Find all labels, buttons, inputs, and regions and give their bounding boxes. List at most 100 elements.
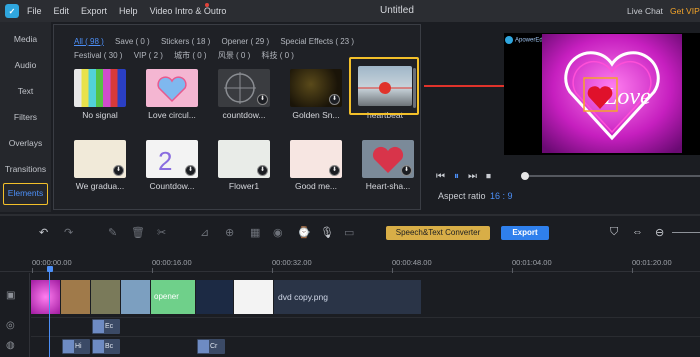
category-scenery[interactable]: 风景 ( 0 ) bbox=[218, 51, 250, 60]
download-icon[interactable]: ⬇ bbox=[401, 165, 412, 176]
clip-filename: dvd copy.png bbox=[278, 292, 328, 302]
ruler-tick-label: 00:01:04.00 bbox=[512, 258, 552, 267]
text-clip[interactable]: Ec bbox=[92, 319, 120, 334]
timeline-clip-opener[interactable]: opener bbox=[151, 280, 196, 314]
next-frame-icon[interactable]: ⏭ bbox=[468, 171, 477, 182]
download-icon[interactable]: ⬇ bbox=[329, 94, 340, 105]
sub-clip[interactable]: Hi bbox=[62, 339, 90, 354]
stop-icon[interactable]: ⏹ bbox=[486, 171, 491, 182]
preview-canvas: Love bbox=[542, 34, 682, 153]
timeline-ruler[interactable] bbox=[0, 256, 700, 272]
element-thumbnail[interactable]: ⬇ bbox=[74, 140, 126, 178]
timeline-clip[interactable] bbox=[196, 280, 234, 314]
ruler-tick-label: 00:00:16.00 bbox=[152, 258, 192, 267]
element-thumbnail[interactable]: ⬇ bbox=[290, 140, 342, 178]
marker-icon[interactable]: ⛉ bbox=[610, 226, 618, 239]
download-icon[interactable]: ⬇ bbox=[257, 94, 268, 105]
sidebar-item-media[interactable]: Media bbox=[0, 34, 51, 44]
freeze-frame-icon[interactable]: ◉ bbox=[273, 226, 283, 239]
sidebar-item-transitions[interactable]: Transitions bbox=[0, 164, 51, 174]
playhead-line[interactable] bbox=[49, 272, 50, 357]
undo-icon[interactable]: ↶ bbox=[39, 226, 48, 239]
category-stickers[interactable]: Stickers ( 18 ) bbox=[161, 37, 210, 46]
playhead-handle[interactable] bbox=[47, 266, 53, 272]
download-icon[interactable]: ⬇ bbox=[113, 165, 124, 176]
element-thumbnail[interactable]: 2 ⬇ bbox=[146, 140, 198, 178]
timeline-zoom-slider[interactable] bbox=[672, 232, 700, 233]
sub-clip-label: Bc bbox=[105, 343, 114, 350]
sidebar-item-audio[interactable]: Audio bbox=[0, 60, 51, 70]
timeline-clip[interactable] bbox=[234, 280, 274, 314]
menu-edit[interactable]: Edit bbox=[54, 6, 70, 16]
sub-clip[interactable]: Cr bbox=[197, 339, 225, 354]
zoom-out-icon[interactable]: ⊖ bbox=[655, 226, 664, 239]
get-vip-link[interactable]: Get VIP bbox=[670, 6, 700, 16]
download-icon[interactable]: ⬇ bbox=[185, 165, 196, 176]
redo-icon[interactable]: ↷ bbox=[64, 226, 73, 239]
category-festival[interactable]: Festival ( 30 ) bbox=[74, 51, 122, 60]
menu-video-intro-outro[interactable]: Video Intro & Outro bbox=[150, 6, 227, 16]
element-thumbnail[interactable] bbox=[146, 69, 198, 107]
ruler-tick-label: 00:00:32.00 bbox=[272, 258, 312, 267]
menu-export[interactable]: Export bbox=[81, 6, 107, 16]
export-button[interactable]: Export bbox=[501, 226, 549, 240]
sidebar-item-filters[interactable]: Filters bbox=[0, 112, 51, 122]
preview-watermark: ApowerEdit bbox=[505, 36, 546, 44]
element-thumbnail[interactable]: ⬇ bbox=[290, 69, 342, 107]
category-save[interactable]: Save ( 0 ) bbox=[115, 37, 150, 46]
element-thumbnail[interactable]: ⬇ bbox=[218, 140, 270, 178]
timeline-clip[interactable] bbox=[91, 280, 121, 314]
element-thumbnail[interactable]: ⬇ bbox=[362, 140, 414, 178]
element-thumbnail[interactable]: ⬇ bbox=[218, 69, 270, 107]
track-header bbox=[0, 273, 30, 357]
duration-icon[interactable]: ⌚ bbox=[297, 226, 311, 239]
element-label: Golden Sn... bbox=[292, 110, 340, 120]
element-label: Flower1 bbox=[228, 181, 260, 191]
menu-file[interactable]: File bbox=[27, 6, 42, 16]
element-thumbnail[interactable] bbox=[74, 69, 126, 107]
apoweredit-logo-icon bbox=[505, 36, 513, 44]
ruler-tick bbox=[272, 268, 273, 273]
ruler-tick bbox=[512, 268, 513, 273]
library-scrollbar[interactable] bbox=[413, 68, 416, 108]
edit-pen-icon[interactable]: ✎ bbox=[108, 226, 117, 239]
previous-frame-icon[interactable]: ⏮ bbox=[436, 171, 445, 182]
text-track-icon: ◍ bbox=[6, 340, 15, 351]
selection-highlight bbox=[349, 57, 419, 115]
delete-icon[interactable]: 🗑 bbox=[131, 226, 145, 239]
speech-text-converter-button[interactable]: Speech&Text Converter bbox=[386, 226, 490, 240]
category-all[interactable]: All ( 98 ) bbox=[74, 37, 104, 46]
cut-icon[interactable]: ✂ bbox=[157, 226, 166, 239]
download-icon[interactable]: ⬇ bbox=[329, 165, 340, 176]
element-label: Good me... bbox=[294, 181, 338, 191]
timeline-clip[interactable] bbox=[31, 280, 61, 314]
live-chat-link[interactable]: Live Chat bbox=[627, 6, 663, 16]
category-special-effects[interactable]: Special Effects ( 23 ) bbox=[280, 37, 354, 46]
element-label: Countdow... bbox=[149, 181, 195, 191]
sidebar-item-text[interactable]: Text bbox=[0, 86, 51, 96]
preview-progress-handle[interactable] bbox=[521, 172, 529, 180]
menu-help[interactable]: Help bbox=[119, 6, 138, 16]
aspect-ratio-value[interactable]: 16 : 9 bbox=[490, 191, 513, 201]
microphone-icon[interactable]: 🎙 bbox=[320, 226, 334, 239]
sidebar-item-elements[interactable]: Elements bbox=[3, 183, 48, 205]
category-tech[interactable]: 科技 ( 0 ) bbox=[262, 51, 294, 60]
crop-icon[interactable]: ⊿ bbox=[200, 226, 209, 239]
preview-progress-track[interactable] bbox=[524, 175, 700, 177]
pause-icon[interactable]: ⏸ bbox=[454, 171, 459, 182]
subtitle-icon[interactable]: ▭ bbox=[344, 226, 354, 239]
category-opener[interactable]: Opener ( 29 ) bbox=[222, 37, 270, 46]
category-city[interactable]: 城市 ( 0 ) bbox=[174, 51, 206, 60]
pip-track-icon: ◎ bbox=[6, 320, 15, 331]
timeline-clip[interactable] bbox=[61, 280, 91, 314]
fit-timeline-icon[interactable]: ⇔ bbox=[632, 226, 643, 238]
notification-dot bbox=[205, 3, 209, 7]
category-vip[interactable]: VIP ( 2 ) bbox=[134, 51, 163, 60]
sidebar-item-overlays[interactable]: Overlays bbox=[0, 138, 51, 148]
timeline-clip[interactable] bbox=[121, 280, 151, 314]
download-icon[interactable]: ⬇ bbox=[257, 165, 268, 176]
element-label: Love circul... bbox=[148, 110, 196, 120]
sub-clip[interactable]: Bc bbox=[92, 339, 120, 354]
zoom-icon[interactable]: ⊕ bbox=[225, 226, 234, 239]
mosaic-icon[interactable]: ▦ bbox=[250, 226, 260, 239]
